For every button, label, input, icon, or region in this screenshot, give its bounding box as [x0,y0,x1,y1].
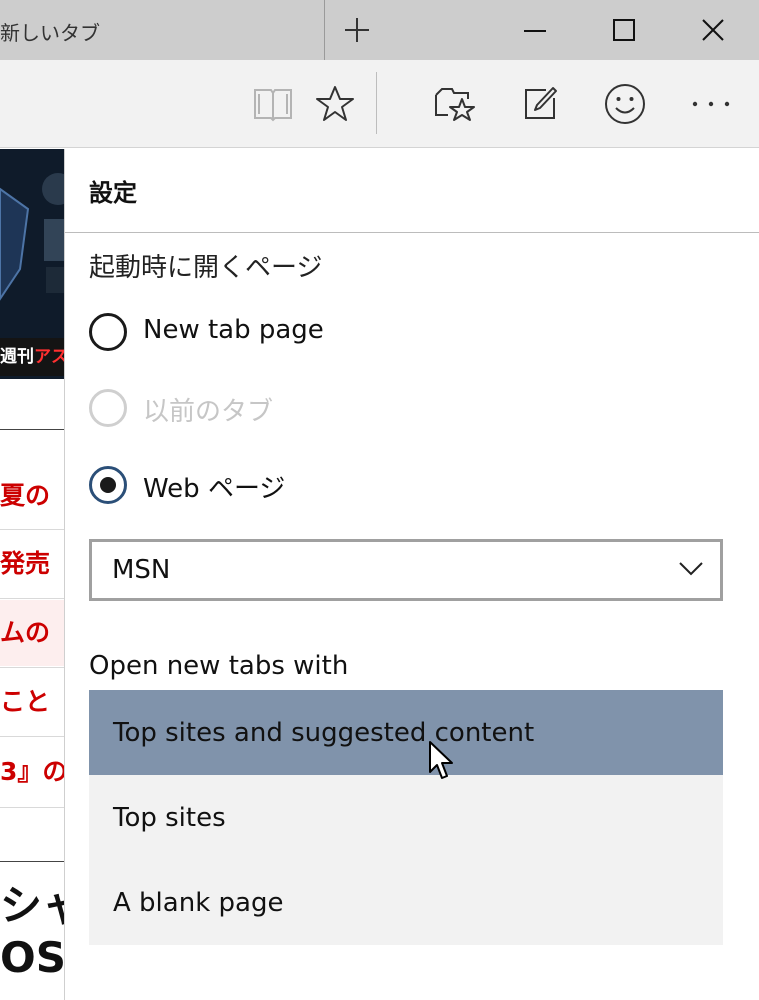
maximize-icon [613,19,635,41]
page-divider [0,861,64,862]
radio-button[interactable] [89,313,127,351]
web-page-select[interactable]: MSN [89,539,723,601]
page-divider [0,529,64,530]
feedback-button[interactable] [590,60,660,148]
minimize-button[interactable] [490,0,580,60]
browser-toolbar [0,60,759,148]
news-item[interactable]: 3』の [0,739,64,805]
close-button[interactable] [668,0,758,60]
banner-label-white: 週刊 [0,347,34,367]
browser-tab[interactable]: 新しいタブ [0,0,325,60]
reading-view-icon [254,89,292,122]
maximize-button[interactable] [579,0,669,60]
background-web-page: 週刊アス 夏の 発売 ムの こと 3』の シャ OS [0,149,64,1000]
page-divider [0,598,64,599]
page-headline[interactable]: シャ [0,883,64,929]
reading-view-button[interactable] [238,60,308,148]
panel-divider [65,232,759,233]
news-item[interactable]: こと [0,669,64,735]
option-blank-page[interactable]: A blank page [89,860,723,945]
banner-label-red: アス [34,347,64,367]
add-favorite-button[interactable] [300,60,370,148]
more-button[interactable] [676,60,746,148]
radio-new-tab-page[interactable]: New tab page [89,313,489,353]
plus-icon [345,18,369,42]
select-value: MSN [112,555,171,585]
settings-panel: 設定 起動時に開くページ New tab page 以前のタブ Web ページ … [64,149,759,1000]
hub-icon [435,88,475,121]
chevron-down-icon [679,562,703,576]
option-label: Top sites and suggested content [113,718,535,748]
option-top-sites[interactable]: Top sites [89,775,723,860]
web-note-icon [525,87,557,119]
hub-button[interactable] [420,60,490,148]
page-divider [0,807,64,808]
panel-title: 設定 [89,179,137,207]
option-label: A blank page [113,888,284,918]
radio-label: Web ページ [143,474,286,504]
new-tabs-label: Open new tabs with [89,651,349,681]
banner-artwork [0,149,64,339]
page-headline[interactable]: OS [0,935,64,981]
page-banner[interactable]: 週刊アス [0,149,64,379]
page-divider [0,667,64,668]
radio-selected-dot [100,477,116,493]
page-divider [0,736,64,737]
radio-button [89,389,127,427]
startup-section-label: 起動時に開くページ [89,253,323,283]
news-item[interactable]: ムの [0,600,64,666]
radio-previous-tabs: 以前のタブ [89,389,489,429]
minimize-icon [524,30,546,32]
new-tab-button[interactable] [326,0,388,60]
tab-title: 新しいタブ [0,21,100,45]
option-label: Top sites [113,803,226,833]
radio-web-page[interactable]: Web ページ [89,466,489,506]
banner-label: 週刊アス [0,338,64,376]
option-top-sites-and-suggested[interactable]: Top sites and suggested content [89,690,723,775]
close-icon [702,19,724,41]
more-icon [692,101,730,107]
new-tabs-dropdown-list: Top sites and suggested content Top site… [89,690,723,945]
toolbar-separator [376,72,377,134]
radio-label: New tab page [143,315,324,345]
web-note-button[interactable] [505,60,575,148]
radio-button[interactable] [89,466,127,504]
favorite-star-icon [316,86,354,121]
mouse-cursor-icon [429,741,453,779]
radio-label: 以前のタブ [143,397,274,427]
page-divider [0,429,64,430]
title-bar: 新しいタブ [0,0,759,60]
feedback-smiley-icon [605,84,645,124]
news-item[interactable]: 夏の [0,463,64,529]
news-item[interactable]: 発売 [0,531,64,597]
